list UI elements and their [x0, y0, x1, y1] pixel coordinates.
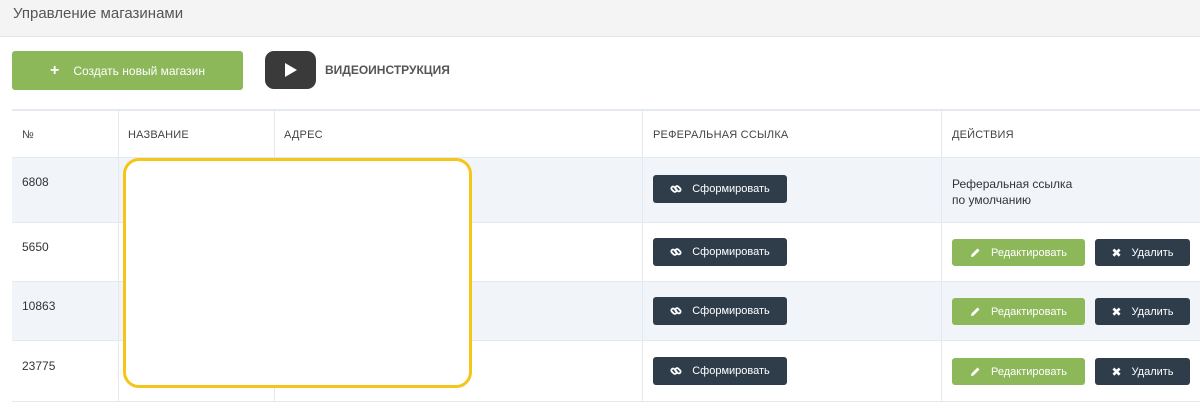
row-number: 10863: [22, 299, 56, 313]
pencil-icon: [970, 247, 981, 258]
video-play-button[interactable]: [265, 51, 316, 89]
header-actions: ДЕЙСТВИЯ: [952, 129, 1014, 141]
row-number: 6808: [22, 175, 49, 189]
link-icon: [670, 183, 682, 195]
create-store-button[interactable]: + Создать новый магазин: [12, 51, 243, 90]
plus-icon: +: [49, 61, 60, 79]
page-title: Управление магазинами: [13, 5, 184, 22]
close-icon: ✖: [1111, 364, 1122, 379]
row-number: 23775: [22, 359, 56, 373]
header-ref: РЕФЕРАЛЬНАЯ ССЫЛКА: [653, 129, 789, 141]
stores-table: № НАЗВАНИЕ АДРЕС РЕФЕРАЛЬНАЯ ССЫЛКА ДЕЙС…: [12, 109, 1200, 402]
generate-ref-label: Сформировать: [692, 246, 770, 258]
row-number: 5650: [22, 240, 49, 254]
create-store-label: Создать новый магазин: [73, 63, 206, 78]
delete-label: Удалить: [1131, 305, 1174, 318]
edit-button[interactable]: Редактировать: [952, 239, 1085, 266]
delete-label: Удалить: [1131, 365, 1174, 378]
generate-ref-label: Сформировать: [692, 183, 770, 195]
table-header-row: № НАЗВАНИЕ АДРЕС РЕФЕРАЛЬНАЯ ССЫЛКА ДЕЙС…: [12, 111, 1200, 158]
generate-ref-button[interactable]: Сформировать: [653, 297, 787, 325]
delete-button[interactable]: ✖ Удалить: [1095, 239, 1190, 266]
delete-label: Удалить: [1131, 246, 1174, 259]
header-address: АДРЕС: [284, 129, 323, 141]
edit-button[interactable]: Редактировать: [952, 298, 1085, 325]
link-icon: [670, 365, 682, 377]
default-ref-line2: по умолчанию: [952, 193, 1032, 207]
header-num: №: [22, 129, 35, 141]
edit-label: Редактировать: [991, 305, 1067, 318]
edit-label: Редактировать: [991, 246, 1067, 259]
generate-ref-label: Сформировать: [692, 365, 770, 377]
pencil-icon: [970, 366, 981, 377]
column-divider: [941, 111, 942, 401]
pencil-icon: [970, 306, 981, 317]
generate-ref-label: Сформировать: [692, 305, 770, 317]
delete-button[interactable]: ✖ Удалить: [1095, 298, 1190, 325]
delete-button[interactable]: ✖ Удалить: [1095, 358, 1190, 385]
link-icon: [670, 305, 682, 317]
top-bar: Управление магазинами: [0, 0, 1200, 37]
generate-ref-button[interactable]: Сформировать: [653, 175, 787, 203]
close-icon: ✖: [1111, 304, 1122, 319]
play-icon: [284, 63, 297, 77]
default-ref-line1: Реферальная ссылка: [952, 177, 1073, 191]
link-icon: [670, 246, 682, 258]
generate-ref-button[interactable]: Сформировать: [653, 238, 787, 266]
edit-button[interactable]: Редактировать: [952, 358, 1085, 385]
column-divider: [118, 111, 119, 401]
redaction-box: [123, 158, 472, 388]
generate-ref-button[interactable]: Сформировать: [653, 357, 787, 385]
header-name: НАЗВАНИЕ: [128, 129, 189, 141]
video-instruction-link[interactable]: ВИДЕОИНСТРУКЦИЯ: [325, 63, 450, 77]
column-divider: [642, 111, 643, 401]
edit-label: Редактировать: [991, 365, 1067, 378]
close-icon: ✖: [1111, 245, 1122, 260]
default-ref-text: Реферальная ссылка по умолчанию: [952, 176, 1072, 208]
